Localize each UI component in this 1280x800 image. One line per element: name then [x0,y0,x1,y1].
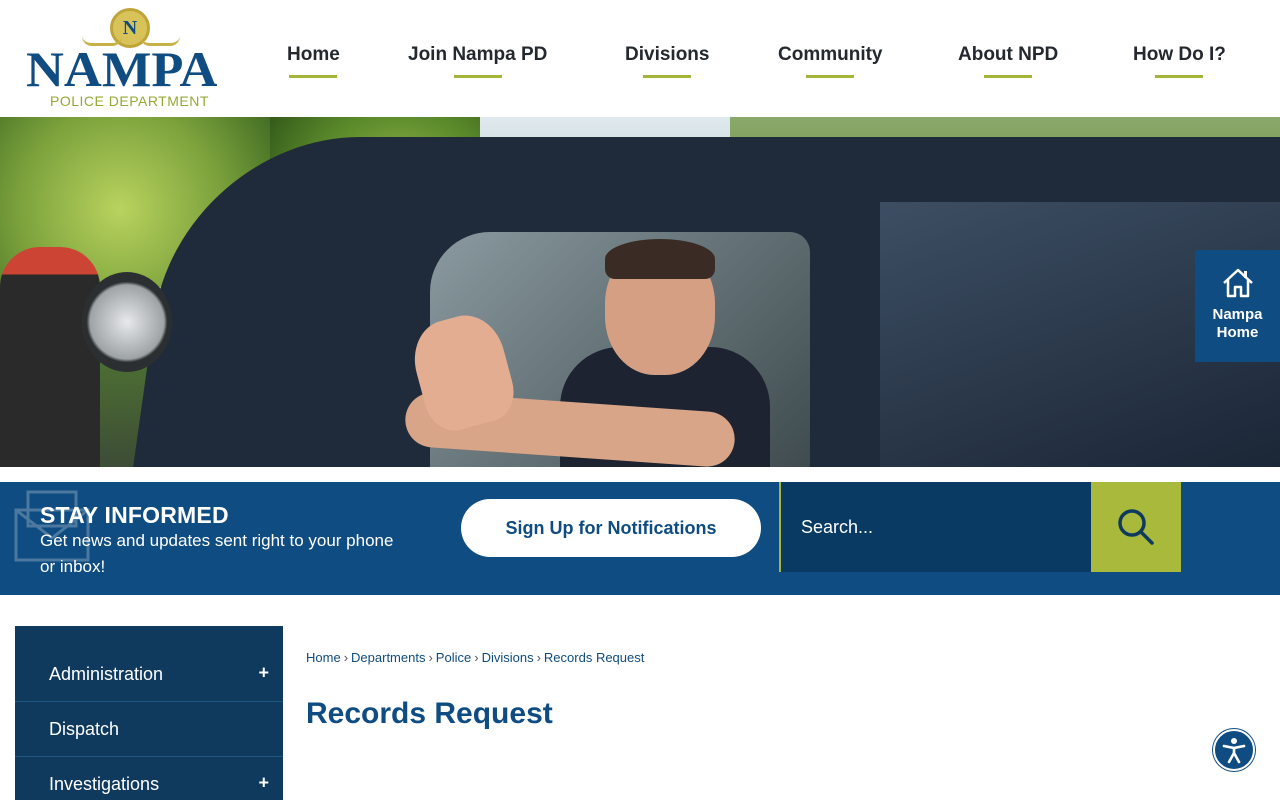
nav-home[interactable]: Home [287,44,340,78]
nav-underline [643,75,692,78]
breadcrumb-home[interactable]: Home [306,650,341,665]
nav-underline [289,75,338,78]
sidebar-item-investigations[interactable]: Investigations + [15,757,283,800]
breadcrumb-police[interactable]: Police [436,650,471,665]
main-nav: Home Join Nampa PD Divisions Community A… [0,44,1280,84]
stay-informed-description: Get news and updates sent right to your … [40,531,394,576]
nampa-home-label: Nampa Home [1195,306,1280,342]
breadcrumb-departments[interactable]: Departments [351,650,425,665]
breadcrumb-separator: › [474,650,479,665]
breadcrumb-separator: › [536,650,541,665]
logo-letter: N [122,16,138,39]
hero-bystander [0,247,100,467]
sign-up-notifications-button[interactable]: Sign Up for Notifications [461,499,761,557]
stay-informed-bar: STAY INFORMED Get news and updates sent … [0,482,1280,595]
nav-how-do-i[interactable]: How Do I? [1133,44,1226,78]
nav-label: Divisions [625,44,710,65]
expand-plus-icon[interactable]: + [258,772,269,793]
sidebar-item-dispatch[interactable]: Dispatch [15,702,283,757]
nav-join-nampa-pd[interactable]: Join Nampa PD [408,44,547,78]
stay-informed-title: STAY INFORMED [40,502,229,528]
nav-about-npd[interactable]: About NPD [958,44,1058,78]
accessibility-button[interactable] [1213,729,1255,771]
logo-subtitle: POLICE DEPARTMENT [50,93,209,109]
sidebar-item-administration[interactable]: Administration + [15,647,283,702]
nav-label: Join Nampa PD [408,44,548,65]
site-header: N NAMPA POLICE DEPARTMENT Home Join Namp… [0,0,1280,117]
nav-divisions[interactable]: Divisions [625,44,709,78]
breadcrumb-records-request[interactable]: Records Request [544,650,644,665]
nav-label: How Do I? [1133,44,1226,65]
nav-community[interactable]: Community [778,44,883,78]
nav-underline [453,75,502,78]
search-button[interactable] [1091,482,1181,572]
officer-hair [605,239,715,279]
breadcrumb-separator: › [343,650,349,665]
nav-label: About NPD [958,44,1059,65]
home-icon [1222,268,1253,298]
nampa-home-line2: Home [1216,324,1259,341]
breadcrumb-separator: › [428,650,433,665]
expand-plus-icon[interactable]: + [258,662,269,683]
sidebar-item-label: Investigations [49,773,160,794]
page-title: Records Request [306,697,553,730]
sidebar-nav: Administration + Dispatch Investigations… [15,626,283,800]
site-search [779,482,1181,572]
breadcrumb: Home › Departments › Police › Divisions › Record… [306,650,644,665]
sidebar-item-label: Dispatch [49,718,120,739]
search-input[interactable] [781,482,1091,572]
nav-underline [984,75,1033,78]
nav-label: Home [287,44,340,65]
nav-label: Community [778,44,883,65]
sidebar-item-label: Administration [49,663,164,684]
hero-banner: Nampa Home [0,117,1280,467]
nav-underline [806,75,855,78]
breadcrumb-divisions[interactable]: Divisions [482,650,534,665]
accessibility-icon [1222,738,1246,764]
nampa-home-line1: Nampa [1212,306,1263,323]
nav-underline [1155,75,1204,78]
vehicle-spotlight [82,272,172,372]
nampa-home-link[interactable]: Nampa Home [1195,250,1280,362]
search-icon [1118,509,1154,545]
